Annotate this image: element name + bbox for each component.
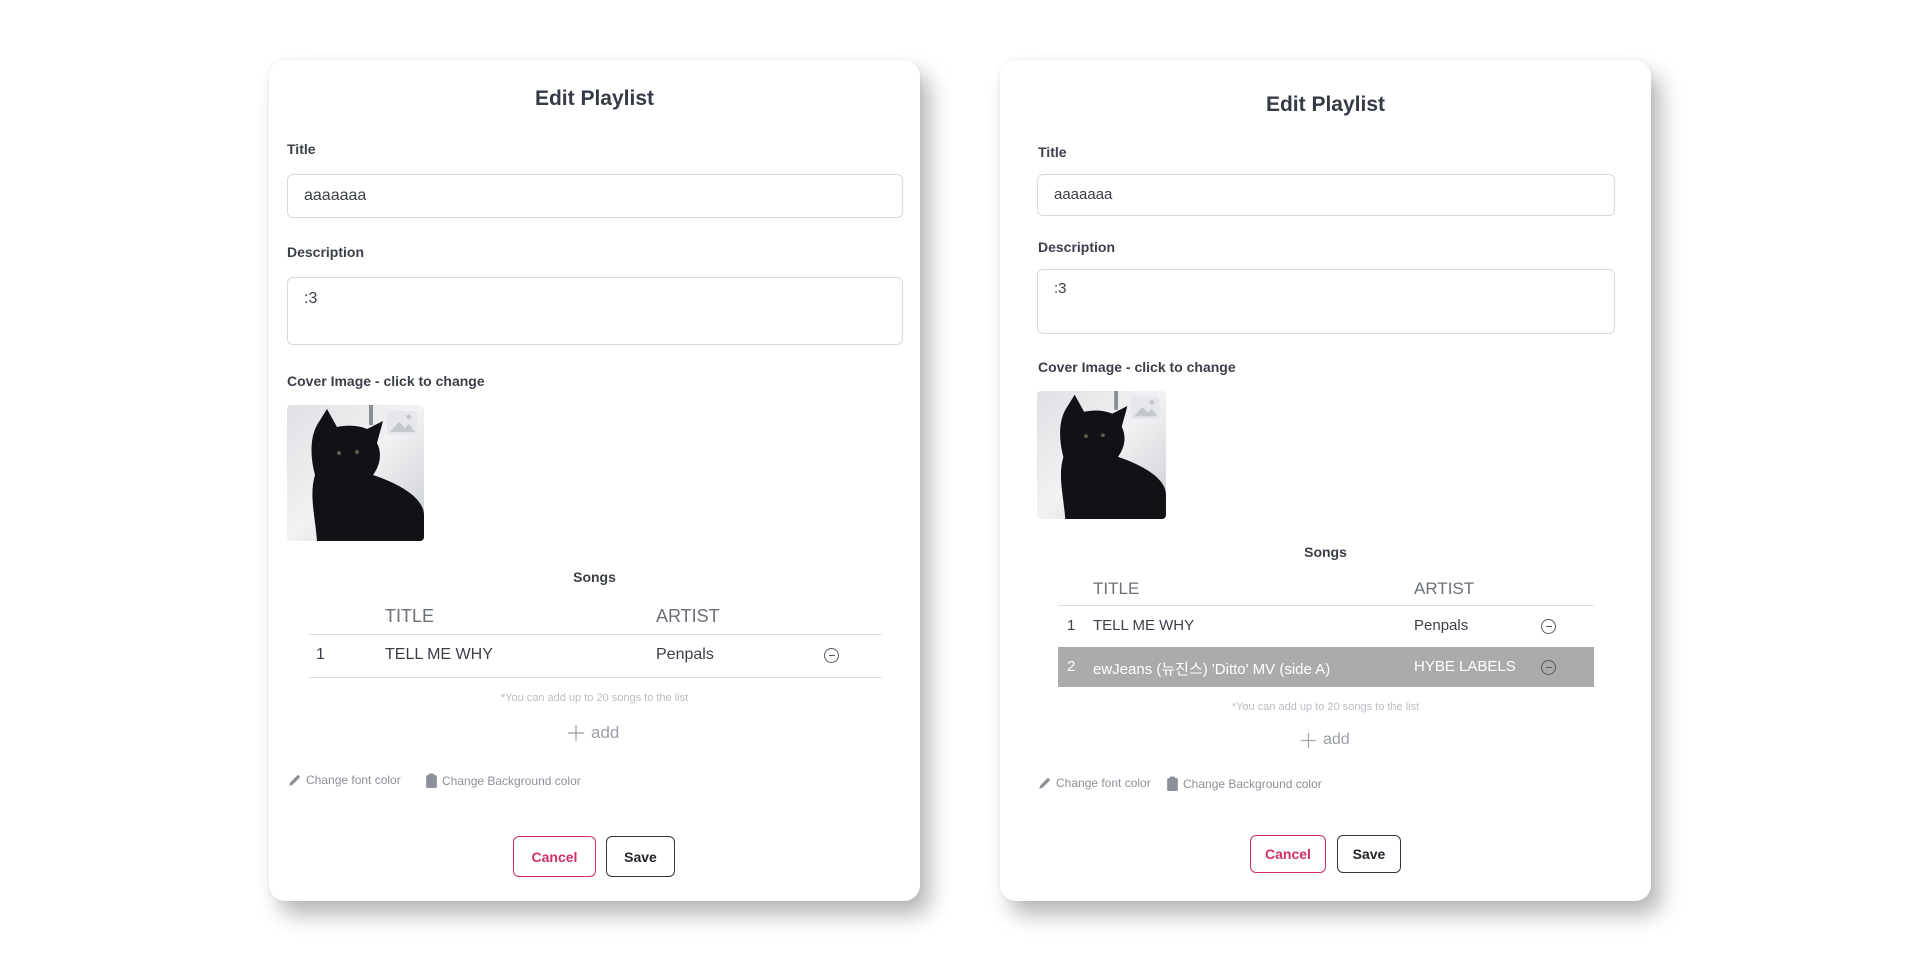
dialog-title: Edit Playlist <box>534 87 655 110</box>
cover-image-label: Cover Image - click to change <box>1038 359 1236 375</box>
add-label: add <box>1323 731 1350 748</box>
image-placeholder-icon <box>1037 391 1166 519</box>
description-textarea[interactable]: :3 <box>1037 269 1615 334</box>
clipboard-icon <box>1166 776 1179 791</box>
column-artist: ARTIST <box>656 606 720 626</box>
image-placeholder-icon <box>287 405 424 541</box>
pencil-icon <box>288 773 302 787</box>
cover-image-label: Cover Image - click to change <box>287 373 485 389</box>
header-divider <box>309 634 882 635</box>
change-background-color-button[interactable]: Change Background color <box>1166 776 1322 791</box>
clipboard-icon <box>425 773 438 788</box>
change-background-color-label: Change Background color <box>1183 776 1322 791</box>
title-input[interactable]: aaaaaaa <box>287 174 903 218</box>
change-font-color-button[interactable]: Change font color <box>1038 776 1151 790</box>
change-background-color-button[interactable]: Change Background color <box>425 773 581 788</box>
cover-image[interactable] <box>1037 391 1166 519</box>
description-label: Description <box>287 244 365 260</box>
song-artist: Penpals <box>656 646 714 663</box>
description-label: Description <box>1038 239 1116 255</box>
column-artist: ARTIST <box>1414 579 1475 598</box>
change-font-color-label: Change font color <box>1056 776 1151 790</box>
cover-image[interactable] <box>287 405 424 541</box>
change-font-color-label: Change font color <box>306 773 401 787</box>
edit-playlist-dialog-right: Edit Playlist Title aaaaaaa Description … <box>1000 60 1651 901</box>
column-title: TITLE <box>1093 579 1140 598</box>
cancel-button[interactable]: Cancel <box>513 836 596 877</box>
title-label: Title <box>287 141 316 157</box>
remove-song-icon[interactable] <box>1541 619 1556 634</box>
row-divider <box>309 677 882 678</box>
song-artist: Penpals <box>1414 617 1469 634</box>
plus-icon <box>567 724 585 742</box>
pencil-icon <box>1038 776 1052 790</box>
add-label: add <box>591 723 620 742</box>
title-input[interactable]: aaaaaaa <box>1037 174 1615 216</box>
save-button[interactable]: Save <box>1337 835 1401 873</box>
plus-icon <box>1300 732 1317 749</box>
song-title: TELL ME WHY <box>1093 617 1195 634</box>
song-artist: HYBE LABELS <box>1414 658 1516 675</box>
add-song-button[interactable]: add <box>567 723 619 743</box>
song-index: 1 <box>316 646 325 663</box>
column-title: TITLE <box>385 606 435 626</box>
dialog-title: Edit Playlist <box>1265 93 1386 116</box>
header-divider <box>1058 605 1594 606</box>
remove-song-icon[interactable] <box>824 648 839 663</box>
title-label: Title <box>1038 144 1067 160</box>
songs-heading: Songs <box>573 569 616 585</box>
add-song-button[interactable]: add <box>1300 731 1350 749</box>
change-font-color-button[interactable]: Change font color <box>288 773 401 787</box>
song-title: TELL ME WHY <box>385 646 493 663</box>
save-button[interactable]: Save <box>606 836 675 877</box>
description-textarea[interactable]: :3 <box>287 277 903 345</box>
table-row-selected[interactable]: 2 ewJeans (뉴진스) 'Ditto' MV (side A) HYBE… <box>1058 647 1594 687</box>
remove-song-icon[interactable] <box>1541 660 1556 675</box>
song-index: 2 <box>1067 658 1076 675</box>
edit-playlist-dialog-left: Edit Playlist Title aaaaaaa Description … <box>269 60 920 901</box>
cancel-button[interactable]: Cancel <box>1250 835 1326 873</box>
songs-heading: Songs <box>1304 544 1347 560</box>
change-background-color-label: Change Background color <box>442 773 581 788</box>
song-index: 1 <box>1067 617 1076 634</box>
song-title: ewJeans (뉴진스) 'Ditto' MV (side A) <box>1093 661 1331 678</box>
song-limit-note: *You can add up to 20 songs to the list <box>500 692 689 704</box>
song-limit-note: *You can add up to 20 songs to the list <box>1231 701 1420 713</box>
